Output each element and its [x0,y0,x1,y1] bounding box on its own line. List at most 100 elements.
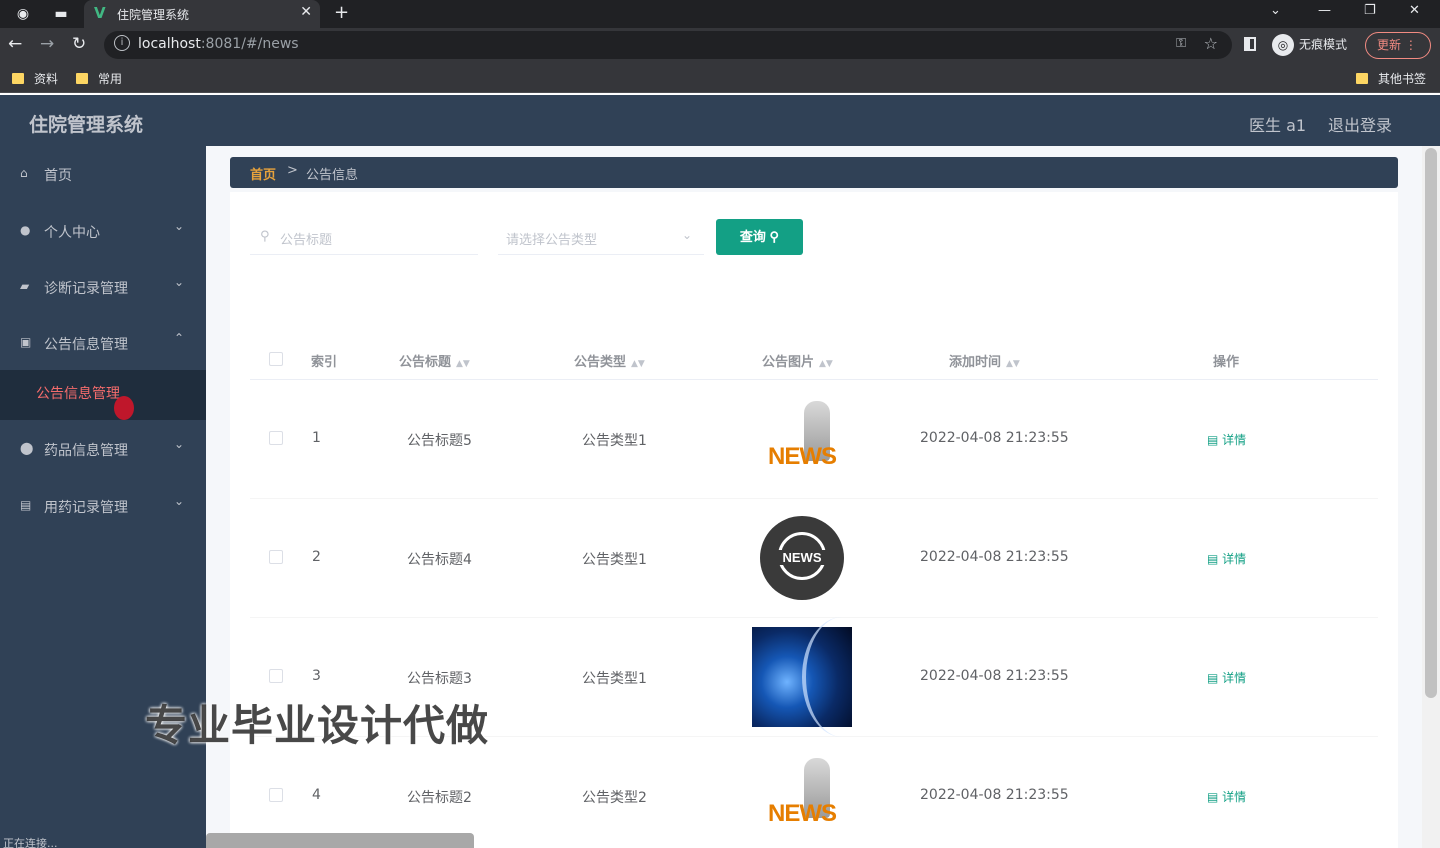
tab-close-icon[interactable]: ✕ [300,4,312,20]
menu-label: 首页 [44,168,72,184]
row-index: 1 [312,430,321,446]
breadcrumb-home[interactable]: 首页 [250,164,276,183]
window-close-icon[interactable]: ✕ [1409,3,1420,18]
row-checkbox[interactable] [269,431,283,445]
row-index: 3 [312,668,321,684]
select-all-checkbox[interactable] [269,352,283,366]
current-user: 医生 a1 [1249,116,1307,135]
header-actions: 操作 [1213,355,1240,370]
title-search-input[interactable]: ⚲ 公告标题 [250,219,478,255]
row-title: 公告标题3 [407,671,472,687]
user-icon: ● [20,223,31,237]
chevron-down-icon: ⌄ [173,219,184,233]
tab-list-icon[interactable]: ⌄ [1270,3,1281,18]
sidebar-item-notices[interactable]: ▣ 公告信息管理 ⌃ [0,315,206,371]
header-index: 索引 [311,355,338,370]
reload-icon[interactable]: ↻ [72,34,86,54]
header-type[interactable]: 公告类型 ▲▼ [574,351,645,370]
breadcrumb-current: 公告信息 [306,168,359,183]
sidebar-item-home[interactable]: ⌂ 首页 [0,146,206,202]
detail-button[interactable]: ▤ 详情 [1207,788,1246,805]
row-index: 2 [312,549,321,565]
document-icon: ▣ [20,335,32,349]
table-row: 4 公告标题2 公告类型2 NEWS 2022-04-08 21:23:55 ▤… [250,737,1378,848]
row-checkbox[interactable] [269,550,283,564]
search-icon: ⚲ [260,229,270,244]
row-type: 公告类型2 [582,790,647,806]
detail-button[interactable]: ▤ 详情 [1207,669,1246,686]
menu-label: 用药记录管理 [44,500,128,516]
breadcrumb-separator: > [287,163,298,178]
row-time: 2022-04-08 21:23:55 [920,787,1069,803]
select-placeholder: 请选择公告类型 [506,233,598,248]
tab-search-icon[interactable]: ▬ [50,3,72,25]
bookmark-folder[interactable]: 常用 [76,70,122,87]
globe-icon[interactable]: ◉ [12,3,34,25]
query-button[interactable]: 查询 ⚲ [716,219,803,255]
tab-title: 住院管理系统 [117,8,190,22]
row-type: 公告类型1 [582,671,647,687]
table-row: 1 公告标题5 公告类型1 NEWS 2022-04-08 21:23:55 ▤… [250,380,1378,499]
status-text: 正在连接... [0,834,61,848]
scrollbar-thumb[interactable] [1425,148,1437,698]
sidebar-item-personal-center[interactable]: ● 个人中心 ⌄ [0,203,206,259]
folder-icon [1356,73,1368,84]
notice-image: NEWS [752,746,852,846]
row-type: 公告类型1 [582,433,647,449]
star-icon[interactable]: ☆ [1204,34,1218,53]
menu-label: 药品信息管理 [44,443,128,459]
sidebar-item-drugs[interactable]: ⬤ 药品信息管理 ⌄ [0,421,206,477]
row-checkbox[interactable] [269,669,283,683]
chevron-down-icon: ⌄ [173,494,184,508]
table-row: 2 公告标题4 公告类型1 NEWS 2022-04-08 21:23:55 ▤… [250,499,1378,618]
row-checkbox[interactable] [269,788,283,802]
incognito-indicator[interactable]: ◎ 无痕模式 [1272,34,1347,56]
info-icon[interactable]: i [114,35,130,51]
row-time: 2022-04-08 21:23:55 [920,430,1069,446]
sidebar-item-medication-records[interactable]: ▤ 用药记录管理 ⌄ [0,478,206,534]
other-bookmarks[interactable]: 其他书签 [1356,70,1426,87]
browser-toolbar: ← → ↻ i localhost:8081/#/news ⚿ ☆ ◎ 无痕模式 … [0,28,1440,63]
logout-link[interactable]: 退出登录 [1328,112,1392,136]
header-title[interactable]: 公告标题 ▲▼ [399,351,470,370]
home-icon: ⌂ [20,166,28,180]
watermark: 专业毕业设计代做 [145,701,490,750]
menu-label: 个人中心 [44,225,100,241]
type-select[interactable]: 请选择公告类型 ⌄ [498,219,704,255]
search-placeholder: 公告标题 [280,233,333,248]
update-button[interactable]: 更新 ⋮ [1365,32,1431,59]
table-header: 索引 公告标题 ▲▼ 公告类型 ▲▼ 公告图片 ▲▼ 添加时间 ▲▼ 操作 [250,338,1378,380]
chevron-down-icon: ⌄ [173,437,184,451]
restore-icon[interactable]: ❐ [1364,3,1376,18]
vertical-scrollbar[interactable] [1422,146,1440,848]
back-icon[interactable]: ← [8,34,22,54]
detail-button[interactable]: ▤ 详情 [1207,550,1246,567]
side-panel-icon[interactable] [1244,37,1256,51]
browser-tab[interactable]: V 住院管理系统 ✕ [84,0,320,28]
forward-icon[interactable]: → [40,34,54,54]
url-text[interactable]: localhost:8081/#/news [138,36,299,52]
row-index: 4 [312,787,321,803]
header-time[interactable]: 添加时间 ▲▼ [949,351,1020,370]
browser-tab-bar: ◉ ▬ V 住院管理系统 ✕ + ⌄ — ❐ ✕ [0,0,1440,28]
pin-icon: ⬤ [20,441,34,455]
chevron-down-icon: ⌄ [173,275,184,289]
new-tab-icon[interactable]: + [334,2,349,23]
row-time: 2022-04-08 21:23:55 [920,668,1069,684]
bookmark-folder[interactable]: 资料 [12,70,58,87]
key-icon[interactable]: ⚿ [1176,36,1186,51]
mouse-cursor-icon [114,396,134,420]
detail-button[interactable]: ▤ 详情 [1207,431,1246,448]
horizontal-scrollbar[interactable] [206,833,474,848]
row-time: 2022-04-08 21:23:55 [920,549,1069,565]
vue-logo-icon: V [94,4,106,22]
row-type: 公告类型1 [582,552,647,568]
incognito-icon: ◎ [1272,34,1294,56]
header-image[interactable]: 公告图片 ▲▼ [762,351,833,370]
sidebar-item-diagnosis[interactable]: ▰ 诊断记录管理 ⌄ [0,259,206,315]
address-bar[interactable]: i localhost:8081/#/news ⚿ ☆ [104,31,1232,59]
submenu-item-notice-management[interactable]: 公告信息管理 [0,370,206,420]
clipboard-icon: ▤ [20,498,32,512]
minimize-icon[interactable]: — [1318,3,1331,18]
row-title: 公告标题2 [407,790,472,806]
